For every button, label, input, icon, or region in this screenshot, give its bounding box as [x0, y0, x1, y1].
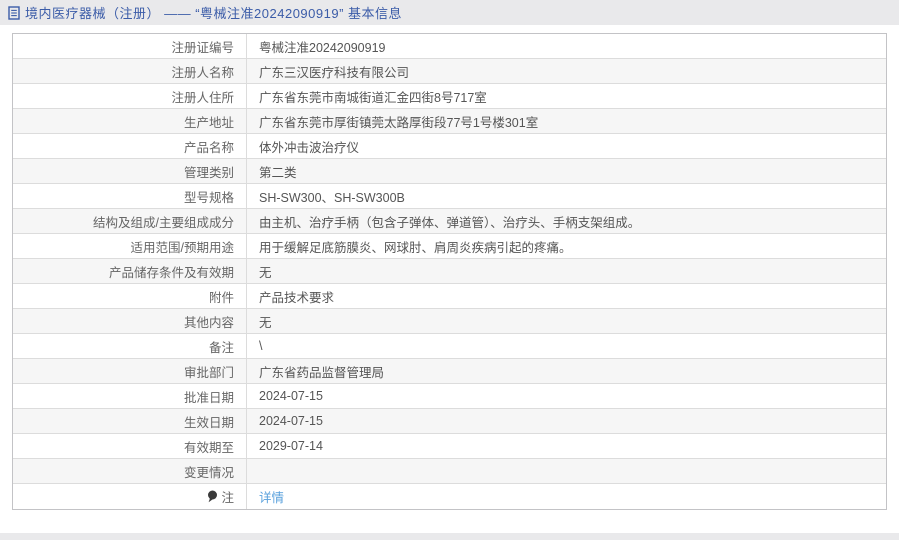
row-label: 适用范围/预期用途: [13, 234, 247, 258]
table-row: 生效日期 2024-07-15: [13, 409, 886, 434]
row-value: 广东省东莞市厚街镇莞太路厚街段77号1号楼301室: [259, 115, 539, 130]
row-label-text: 产品储存条件及有效期: [108, 265, 234, 280]
row-label-text: 注册人名称: [171, 65, 234, 80]
row-label: 注册人住所: [13, 84, 247, 108]
row-value: 产品技术要求: [259, 290, 335, 305]
row-label: 附件: [13, 284, 247, 308]
row-label: 型号规格: [13, 184, 247, 208]
row-value: 2024-07-15: [259, 389, 323, 403]
table-row: 审批部门 广东省药品监督管理局: [13, 359, 886, 384]
row-value: 2029-07-14: [259, 439, 323, 453]
table-row: 生产地址 广东省东莞市厚街镇莞太路厚街段77号1号楼301室: [13, 109, 886, 134]
row-value: \: [259, 339, 263, 353]
row-value: 无: [259, 315, 272, 330]
row-value: 用于缓解足底筋膜炎、网球肘、肩周炎疾病引起的疼痛。: [259, 240, 572, 255]
row-label-text: 结构及组成/主要组成成分: [93, 215, 234, 230]
row-label-text: 生产地址: [183, 115, 234, 130]
row-label-text: 备注: [208, 340, 234, 355]
row-label-text: 适用范围/预期用途: [130, 240, 234, 255]
table-row: 有效期至 2029-07-14: [13, 434, 886, 459]
row-label-text: 管理类别: [183, 165, 234, 180]
row-label-text: 生效日期: [183, 415, 234, 430]
row-value: 广东省药品监督管理局: [259, 365, 385, 380]
table-row: 备注 \: [13, 334, 886, 359]
table-row: 结构及组成/主要组成成分 由主机、治疗手柄（包含子弹体、弹道管）、治疗头、手柄支…: [13, 209, 886, 234]
row-label: 生效日期: [13, 409, 247, 433]
table-row: 产品储存条件及有效期 无: [13, 259, 886, 284]
row-label-text: 批准日期: [183, 390, 234, 405]
row-label-text: 注册证编号: [171, 40, 234, 55]
row-label: 注册证编号: [13, 34, 247, 58]
row-label: 审批部门: [13, 359, 247, 383]
row-label-text: 变更情况: [183, 465, 234, 480]
table-row: 注册人住所 广东省东莞市南城街道汇金四街8号717室: [13, 84, 886, 109]
table-row: 注册证编号 粤械注准20242090919: [13, 34, 886, 59]
row-label: 生产地址: [13, 109, 247, 133]
row-label-text: 有效期至: [183, 440, 234, 455]
row-label-text: 注: [221, 491, 234, 505]
row-label: 产品名称: [13, 134, 247, 158]
row-label-text: 产品名称: [183, 140, 234, 155]
row-value: 第二类: [259, 165, 297, 180]
table-row: 产品名称 体外冲击波治疗仪: [13, 134, 886, 159]
row-value: 无: [259, 265, 272, 280]
row-value: 体外冲击波治疗仪: [259, 140, 360, 155]
registration-info-table: 注册证编号 粤械注准20242090919 注册人名称 广东三汉医疗科技有限公司: [12, 33, 887, 510]
table-row: 管理类别 第二类: [13, 159, 886, 184]
row-label: 结构及组成/主要组成成分: [13, 209, 247, 233]
page-header: 境内医疗器械（注册） —— “粤械注准20242090919” 基本信息: [0, 0, 899, 25]
row-label-text: 附件: [208, 290, 234, 305]
footer-strip: [0, 533, 899, 540]
table-row: 注册人名称 广东三汉医疗科技有限公司: [13, 59, 886, 84]
row-label-text: 审批部门: [183, 365, 234, 380]
table-row: 注 详情: [13, 484, 886, 509]
row-value: 广东三汉医疗科技有限公司: [259, 65, 410, 80]
details-link[interactable]: 详情: [247, 484, 886, 509]
table-row: 型号规格 SH-SW300、SH-SW300B: [13, 184, 886, 209]
row-label: 有效期至: [13, 434, 247, 458]
row-value: 粤械注准20242090919: [259, 40, 386, 55]
table-row: 其他内容 无: [13, 309, 886, 334]
row-label: 备注: [13, 334, 247, 358]
table-row: 变更情况: [13, 459, 886, 484]
row-label-text: 注册人住所: [171, 90, 234, 105]
row-label-text: 型号规格: [183, 190, 234, 205]
row-label-text: 其他内容: [183, 315, 234, 330]
row-label: 注册人名称: [13, 59, 247, 83]
row-value: [247, 459, 886, 483]
table-row: 批准日期 2024-07-15: [13, 384, 886, 409]
row-value: 2024-07-15: [259, 414, 323, 428]
row-label: 批准日期: [13, 384, 247, 408]
row-value: SH-SW300、SH-SW300B: [259, 190, 405, 205]
note-balloon-icon: [207, 490, 218, 503]
row-label: 管理类别: [13, 159, 247, 183]
table-row: 附件 产品技术要求: [13, 284, 886, 309]
row-label: 变更情况: [13, 459, 247, 483]
row-label: 其他内容: [13, 309, 247, 333]
row-label: 产品储存条件及有效期: [13, 259, 247, 283]
row-value: 由主机、治疗手柄（包含子弹体、弹道管）、治疗头、手柄支架组成。: [259, 215, 641, 230]
page-title: 境内医疗器械（注册） —— “粤械注准20242090919” 基本信息: [25, 6, 403, 21]
document-icon: [8, 5, 21, 20]
row-value: 广东省东莞市南城街道汇金四街8号717室: [259, 90, 487, 105]
table-row: 适用范围/预期用途 用于缓解足底筋膜炎、网球肘、肩周炎疾病引起的疼痛。: [13, 234, 886, 259]
row-label: 注: [13, 484, 247, 509]
